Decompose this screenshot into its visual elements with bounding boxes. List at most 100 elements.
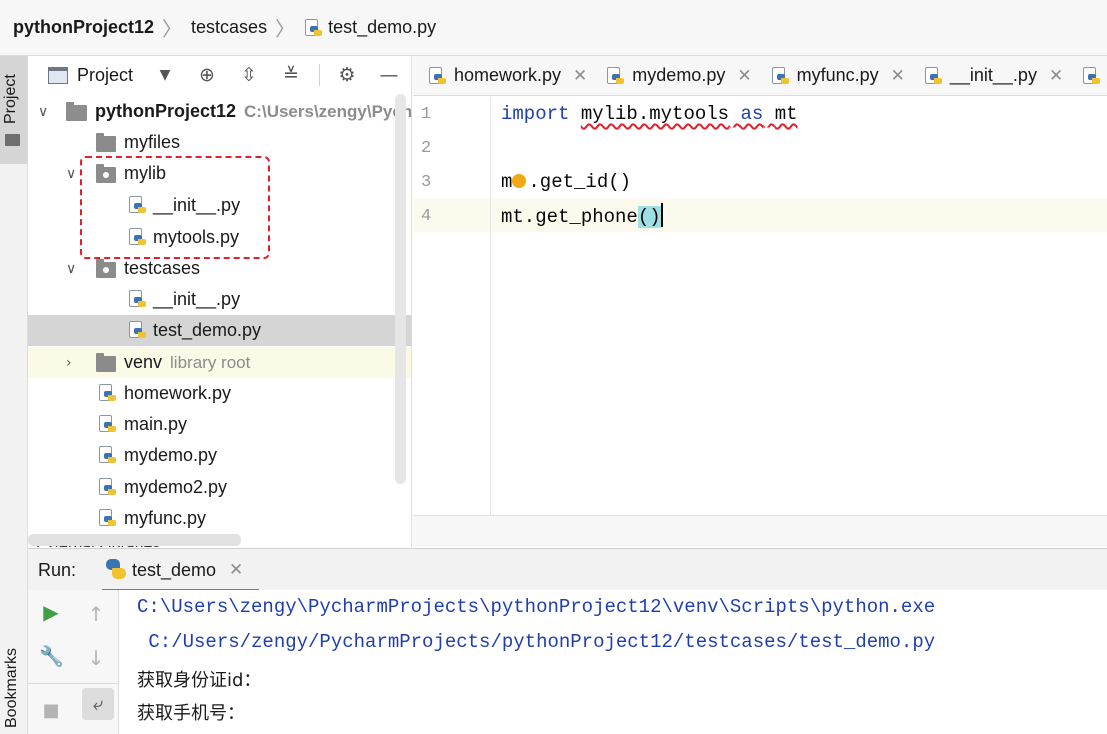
breadcrumb-file[interactable]: test_demo.py [328, 17, 436, 38]
run-panel-header: Run: test_demo ✕ [28, 548, 1107, 593]
chevron-right-icon: 〉 [162, 19, 183, 41]
matched-paren: () [637, 206, 661, 229]
chevron-down-icon[interactable]: ∨ [38, 104, 48, 120]
left-tool-strip: Project Bookmarks [0, 56, 28, 734]
line-number: 3 [421, 173, 432, 192]
python-logo-icon [106, 559, 126, 579]
code-module: mylib.mytools [580, 103, 730, 125]
text-caret [660, 203, 663, 227]
line-number: 1 [421, 105, 432, 124]
line-number: 4 [421, 207, 432, 226]
tree-row-root[interactable]: ∨ pythonProject12 C:\Users\zengy\Pych [28, 96, 411, 127]
arrow-down-icon[interactable]: ↓ [84, 646, 108, 670]
tab-overflow[interactable] [1067, 56, 1107, 95]
python-file-icon [128, 321, 146, 339]
python-file-icon [98, 384, 116, 402]
tree-label-testcases: testcases [124, 258, 201, 278]
close-icon[interactable]: ✕ [573, 66, 587, 86]
gear-icon[interactable]: ⚙ [336, 64, 358, 86]
wrench-icon[interactable]: 🔧 [39, 644, 64, 668]
tab-homework[interactable]: homework.py ✕ [413, 56, 591, 95]
project-panel-title[interactable]: Project [77, 65, 133, 86]
run-console[interactable]: C:\Users\zengy\PycharmProjects\pythonPro… [119, 590, 1107, 734]
python-file-icon [924, 66, 942, 85]
tab-label: __init__.py [949, 65, 1037, 85]
code-keyword: import [501, 103, 570, 125]
chevron-right-icon[interactable]: › [66, 355, 72, 371]
soft-wrap-icon[interactable]: ⤶ [82, 688, 114, 720]
editor-footer [413, 515, 1107, 547]
run-tab-test-demo[interactable]: test_demo ✕ [102, 549, 259, 593]
line-number: 2 [421, 139, 432, 158]
tree-label-venv: venv library root [124, 352, 251, 372]
tree-row-test-demo[interactable]: test_demo.py [28, 315, 411, 346]
folder-icon [5, 134, 20, 146]
tab-label: homework.py [454, 65, 562, 85]
code-line-3: m .get_id() [501, 171, 632, 193]
close-icon[interactable]: ✕ [737, 66, 751, 86]
tree-row-homework[interactable]: homework.py [28, 378, 411, 409]
expand-all-icon[interactable]: ⇳ [238, 64, 260, 86]
tab-myfunc[interactable]: myfunc.py ✕ [756, 56, 909, 95]
project-tool-tab[interactable]: Project [0, 56, 27, 164]
code-keyword: as [740, 103, 764, 125]
tree-label-mydemo2: mydemo2.py [124, 477, 228, 497]
console-line: C:\Users\zengy\PycharmProjects\pythonPro… [137, 596, 936, 618]
breadcrumb-project[interactable]: pythonProject12 [13, 17, 154, 38]
tree-row-myfiles[interactable]: myfiles [28, 127, 411, 158]
tree-label-homework: homework.py [124, 383, 232, 403]
python-file-icon [771, 66, 789, 85]
vertical-scrollbar[interactable] [395, 94, 406, 484]
project-view-icon [48, 66, 68, 84]
tree-label-test-demo: test_demo.py [153, 320, 262, 340]
close-icon[interactable]: ✕ [1049, 66, 1063, 86]
tree-label-root: pythonProject12 C:\Users\zengy\Pych [95, 101, 412, 121]
tab-init[interactable]: __init__.py ✕ [909, 56, 1067, 95]
annotation-highlight-box [80, 156, 270, 259]
chevron-down-icon[interactable]: ∨ [66, 166, 76, 182]
folder-icon [96, 133, 116, 152]
run-tab-label: test_demo [132, 560, 217, 580]
run-label: Run: [38, 560, 77, 580]
code-editor[interactable]: import mylib.mytools as mt m .get_id() mt… [492, 97, 1107, 515]
python-file-icon [304, 18, 323, 37]
locate-icon[interactable]: ⊕ [196, 64, 218, 86]
collapse-all-icon[interactable]: ≚ [280, 64, 302, 86]
tab-mydemo[interactable]: mydemo.py ✕ [591, 56, 755, 95]
stop-icon[interactable]: ■ [39, 700, 63, 721]
tree-row-mydemo[interactable]: mydemo.py [28, 440, 411, 471]
tree-label-myfiles: myfiles [124, 132, 181, 152]
python-file-icon [128, 290, 146, 308]
arrow-up-icon[interactable]: ↑ [84, 602, 108, 626]
rerun-icon[interactable]: ▶ [39, 600, 63, 624]
tree-row-venv[interactable]: › venv library root [28, 347, 411, 378]
python-file-icon [98, 478, 116, 496]
lightbulb-icon[interactable] [512, 173, 527, 188]
tree-row-testcases-init[interactable]: __init__.py [28, 284, 411, 315]
chevron-right-icon: 〉 [275, 19, 296, 41]
tab-label: myfunc.py [796, 65, 879, 85]
python-file-icon [1082, 66, 1101, 85]
run-toolbar: ▶ ↑ 🔧 ↓ ■ ⤶ [28, 590, 119, 734]
tree-row-mydemo2[interactable]: mydemo2.py [28, 472, 411, 503]
python-file-icon [98, 509, 116, 527]
tree-label-main: main.py [124, 414, 188, 434]
toolbar-divider [319, 64, 320, 86]
console-line: 获取手机号： [137, 703, 245, 724]
breadcrumb-folder[interactable]: testcases [191, 17, 267, 38]
chevron-down-icon[interactable]: ∨ [66, 261, 76, 277]
close-icon[interactable]: ✕ [891, 66, 905, 86]
tree-row-main[interactable]: main.py [28, 409, 411, 440]
chevron-down-icon[interactable]: ▼ [154, 64, 176, 86]
horizontal-scrollbar[interactable] [28, 534, 241, 546]
code-error-span: mylib.mytools as mt [581, 103, 798, 125]
breadcrumb: pythonProject12 〉 testcases 〉 test_demo.… [0, 0, 1107, 56]
minimize-icon[interactable]: — [378, 64, 400, 86]
tree-row-myfunc[interactable]: myfunc.py [28, 503, 411, 534]
project-panel: Project ▼ ⊕ ⇳ ≚ ⚙ — ∨ pythonProject12 C:\… [28, 56, 412, 547]
project-panel-header: Project ▼ ⊕ ⇳ ≚ ⚙ — [28, 56, 411, 94]
tree-label-mydemo: mydemo.py [124, 445, 218, 465]
close-icon[interactable]: ✕ [229, 560, 243, 580]
python-file-icon [98, 446, 116, 464]
bookmarks-tool-tab[interactable]: Bookmarks [3, 648, 21, 728]
